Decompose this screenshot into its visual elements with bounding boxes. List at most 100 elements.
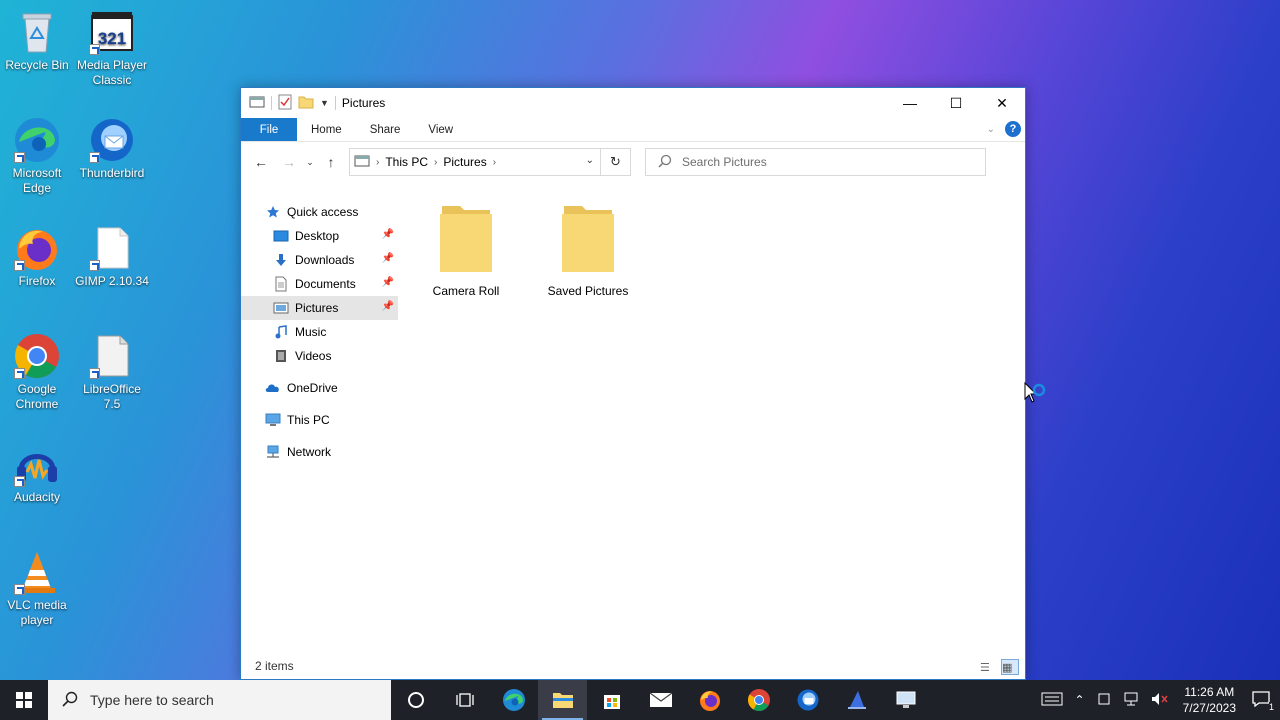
nav-onedrive[interactable]: OneDrive — [241, 376, 398, 400]
close-button[interactable]: ✕ — [979, 88, 1025, 118]
folder-icon — [562, 206, 614, 272]
desktop-icon-firefox[interactable]: Firefox — [0, 224, 74, 289]
taskbar-search-box[interactable]: Type here to search — [48, 680, 391, 720]
cortana-button[interactable] — [391, 680, 440, 720]
volume-muted-icon[interactable] — [1151, 692, 1169, 709]
properties-icon[interactable] — [278, 94, 292, 113]
expand-ribbon-icon[interactable]: ⌄ — [987, 124, 995, 135]
new-folder-icon[interactable] — [298, 95, 314, 112]
desktop-icon-recycle-bin[interactable]: Recycle Bin — [0, 8, 74, 73]
device-icon[interactable] — [1097, 692, 1111, 709]
nav-label: Pictures — [295, 301, 339, 315]
tab-file[interactable]: File — [241, 118, 297, 141]
customize-toolbar-icon[interactable]: ▼ — [320, 98, 329, 108]
navigation-pane: Quick access Desktop 📌 Downloads 📌 Docum… — [241, 200, 398, 464]
large-icons-view-button[interactable]: ▦ — [1001, 659, 1019, 675]
breadcrumb-this-pc[interactable]: This PC — [385, 155, 428, 169]
show-hidden-icons-chevron-icon[interactable]: ⌃ — [1075, 693, 1085, 707]
address-dropdown-icon[interactable]: ⌄ — [586, 155, 594, 166]
pin-icon[interactable]: 📌 — [382, 301, 394, 312]
nav-music[interactable]: Music — [241, 320, 398, 344]
taskbar-thunderbird[interactable] — [783, 680, 832, 720]
title-bar[interactable]: ▼ Pictures — ☐ ✕ — [241, 88, 1025, 118]
desktop-icon-microsoft-edge[interactable]: Microsoft Edge — [0, 116, 74, 196]
folder-item[interactable]: Saved Pictures — [533, 202, 643, 298]
taskbar-firefox[interactable] — [685, 680, 734, 720]
network-status-icon[interactable] — [1123, 692, 1139, 709]
quick-access-toolbar: ▼ — [241, 94, 336, 113]
download-arrow-icon — [273, 252, 289, 268]
chevron-down-icon: ⌄ — [306, 156, 314, 167]
nav-label: Quick access — [287, 205, 359, 219]
pin-icon[interactable]: 📌 — [382, 253, 394, 264]
firefox-icon — [699, 691, 720, 711]
refresh-button[interactable]: ↻ — [600, 149, 630, 175]
toolbar-separator — [334, 96, 336, 110]
nav-desktop[interactable]: Desktop 📌 — [241, 224, 398, 248]
shortcut-arrow-icon — [14, 152, 25, 163]
desktop-icon-gimp[interactable]: GIMP 2.10.34 — [75, 224, 149, 289]
nav-pictures[interactable]: Pictures 📌 — [241, 296, 398, 320]
taskbar-edge[interactable] — [489, 680, 538, 720]
desktop-icon-vlc[interactable]: VLC media player — [0, 548, 74, 628]
notification-count-badge: 1 — [1268, 701, 1274, 712]
help-icon[interactable]: ? — [1005, 121, 1021, 137]
desktop-icon-media-player-classic[interactable]: 321 Media Player Classic — [75, 8, 149, 88]
keyboard-icon[interactable] — [1041, 692, 1063, 709]
clock-time: 11:26 AM — [1184, 685, 1235, 699]
shortcut-arrow-icon — [14, 368, 25, 379]
nav-label: Videos — [295, 349, 332, 363]
nav-videos[interactable]: Videos — [241, 344, 398, 368]
taskbar-store[interactable] — [587, 680, 636, 720]
notification-center-icon[interactable]: 1 — [1252, 690, 1274, 712]
nav-this-pc[interactable]: This PC — [241, 408, 398, 432]
maximize-button[interactable]: ☐ — [933, 88, 979, 118]
tab-home[interactable]: Home — [297, 118, 356, 141]
taskbar-app-sail[interactable] — [832, 680, 881, 720]
details-view-button[interactable]: ☰ — [979, 659, 997, 675]
taskbar-mail[interactable] — [636, 680, 685, 720]
pin-icon[interactable]: 📌 — [382, 277, 394, 288]
address-bar[interactable]: › This PC › Pictures › ⌄ ↻ — [349, 148, 631, 176]
back-button[interactable]: ← — [247, 154, 275, 170]
vlc-icon — [13, 548, 61, 596]
taskbar-chrome[interactable] — [734, 680, 783, 720]
up-button[interactable]: ↑ — [317, 154, 345, 170]
minimize-button[interactable]: — — [887, 88, 933, 118]
tab-view[interactable]: View — [414, 118, 467, 141]
desktop-icon-audacity[interactable]: Audacity — [0, 440, 74, 505]
recent-locations-button[interactable]: ⌄ — [303, 157, 317, 168]
desktop-icon-thunderbird[interactable]: Thunderbird — [75, 116, 149, 181]
start-button[interactable] — [0, 680, 48, 720]
pin-icon[interactable]: 📌 — [382, 229, 394, 240]
nav-label: OneDrive — [287, 381, 338, 395]
desktop-icon-label: Firefox — [18, 274, 56, 288]
arrow-up-icon: ↑ — [327, 154, 335, 170]
folder-name: Camera Roll — [432, 284, 500, 298]
tab-share[interactable]: Share — [356, 118, 415, 141]
folder-item[interactable]: Camera Roll — [411, 202, 521, 298]
taskbar-clock[interactable]: 11:26 AM 7/27/2023 — [1183, 684, 1236, 716]
minimize-icon: — — [903, 95, 917, 111]
folder-name: Saved Pictures — [547, 284, 629, 298]
taskbar-file-explorer[interactable] — [538, 680, 587, 720]
desktop-icon-libreoffice[interactable]: LibreOffice 7.5 — [75, 332, 149, 412]
window-icon[interactable] — [249, 95, 265, 112]
breadcrumb-pictures[interactable]: Pictures — [443, 155, 486, 169]
forward-button[interactable]: → — [275, 154, 303, 170]
nav-network[interactable]: Network — [241, 440, 398, 464]
nav-downloads[interactable]: Downloads 📌 — [241, 248, 398, 272]
network-icon — [265, 444, 281, 460]
shortcut-arrow-icon — [89, 44, 100, 55]
store-icon — [603, 695, 620, 709]
desktop-icon-google-chrome[interactable]: Google Chrome — [0, 332, 74, 412]
thunderbird-icon — [88, 116, 136, 164]
task-view-button[interactable] — [440, 680, 489, 720]
nav-documents[interactable]: Documents 📌 — [241, 272, 398, 296]
search-box[interactable]: Search Pictures — [645, 148, 986, 176]
window-controls: — ☐ ✕ — [887, 88, 1025, 118]
nav-quick-access[interactable]: Quick access — [241, 200, 398, 224]
file-icon — [88, 224, 136, 272]
toolbar-separator — [271, 96, 272, 110]
taskbar-app-network[interactable] — [881, 680, 930, 720]
